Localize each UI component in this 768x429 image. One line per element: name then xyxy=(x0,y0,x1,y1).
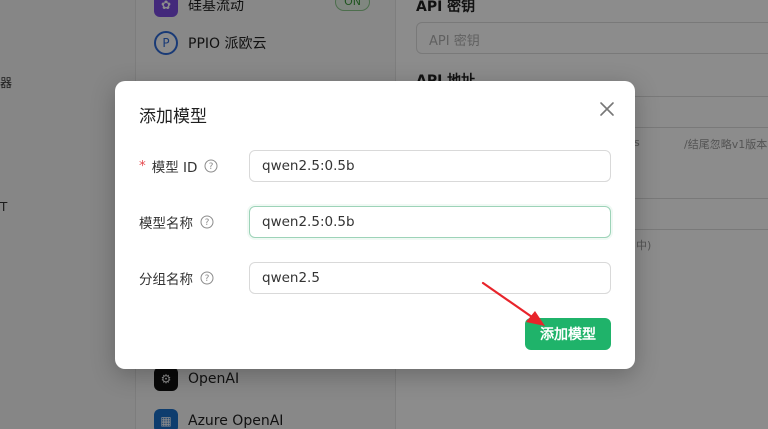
model-name-label: 模型名称 ? xyxy=(139,212,249,232)
form-row-model-id: * 模型 ID ? xyxy=(139,150,611,182)
add-model-button[interactable]: 添加模型 xyxy=(525,318,611,350)
add-model-dialog: 添加模型 * 模型 ID ? 模型名称 ? xyxy=(115,81,635,369)
label-text: 模型名称 xyxy=(139,216,193,232)
close-button[interactable] xyxy=(597,99,617,119)
svg-text:?: ? xyxy=(209,162,214,172)
label-text: 分组名称 xyxy=(139,272,193,288)
group-name-input[interactable] xyxy=(249,262,611,294)
dialog-title: 添加模型 xyxy=(139,107,207,127)
label-text: 模型 ID xyxy=(151,160,198,176)
required-mark: * xyxy=(139,158,146,174)
close-icon xyxy=(600,102,614,116)
model-id-input[interactable] xyxy=(249,150,611,182)
question-circle-icon[interactable]: ? xyxy=(204,159,218,173)
question-circle-icon[interactable]: ? xyxy=(200,271,214,285)
form-row-model-name: 模型名称 ? xyxy=(139,206,611,238)
model-name-input[interactable] xyxy=(249,206,611,238)
group-name-label: 分组名称 ? xyxy=(139,268,249,288)
form-row-group-name: 分组名称 ? xyxy=(139,262,611,294)
question-circle-icon[interactable]: ? xyxy=(200,215,214,229)
svg-text:?: ? xyxy=(205,218,210,228)
svg-text:?: ? xyxy=(205,274,210,284)
app-window: 器 T ✿ 硅基流动 ON P PPIO 派欧云 ⚙ OpenAI ▦ Azur… xyxy=(0,0,768,429)
model-id-label: * 模型 ID ? xyxy=(139,156,249,176)
